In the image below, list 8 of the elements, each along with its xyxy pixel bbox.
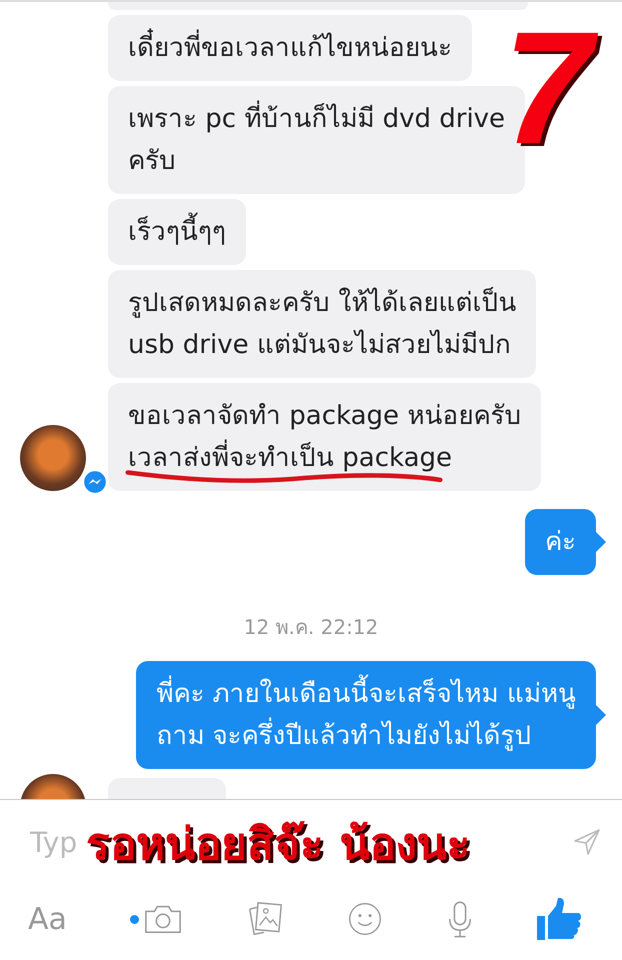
message-bubble: ขอเวลาจัดทำ package หน่อยครับ เวลาส่งพี่จะทำเป็น package bbox=[108, 383, 542, 491]
annotation-caption: รอหน่อยสิจ๊ะ น้องนะ bbox=[86, 818, 472, 872]
message-input[interactable]: Typ bbox=[30, 826, 82, 858]
timestamp: 12 พ.ค. 22:12 bbox=[242, 614, 380, 641]
message-bubble: รูปเสดหมดละครับ ให้ได้เลยแต่เป็น usb drive แต่มันจะไม่สวยไม่มีปก bbox=[108, 270, 536, 378]
message-bubble: เร็วๆนี้ๆๆ bbox=[108, 199, 246, 265]
message-bubble: เดี๋ยวพี่ขอเวลาแก้ไขหน่อยนะ bbox=[108, 15, 472, 81]
font-button[interactable]: Aa bbox=[28, 902, 67, 936]
